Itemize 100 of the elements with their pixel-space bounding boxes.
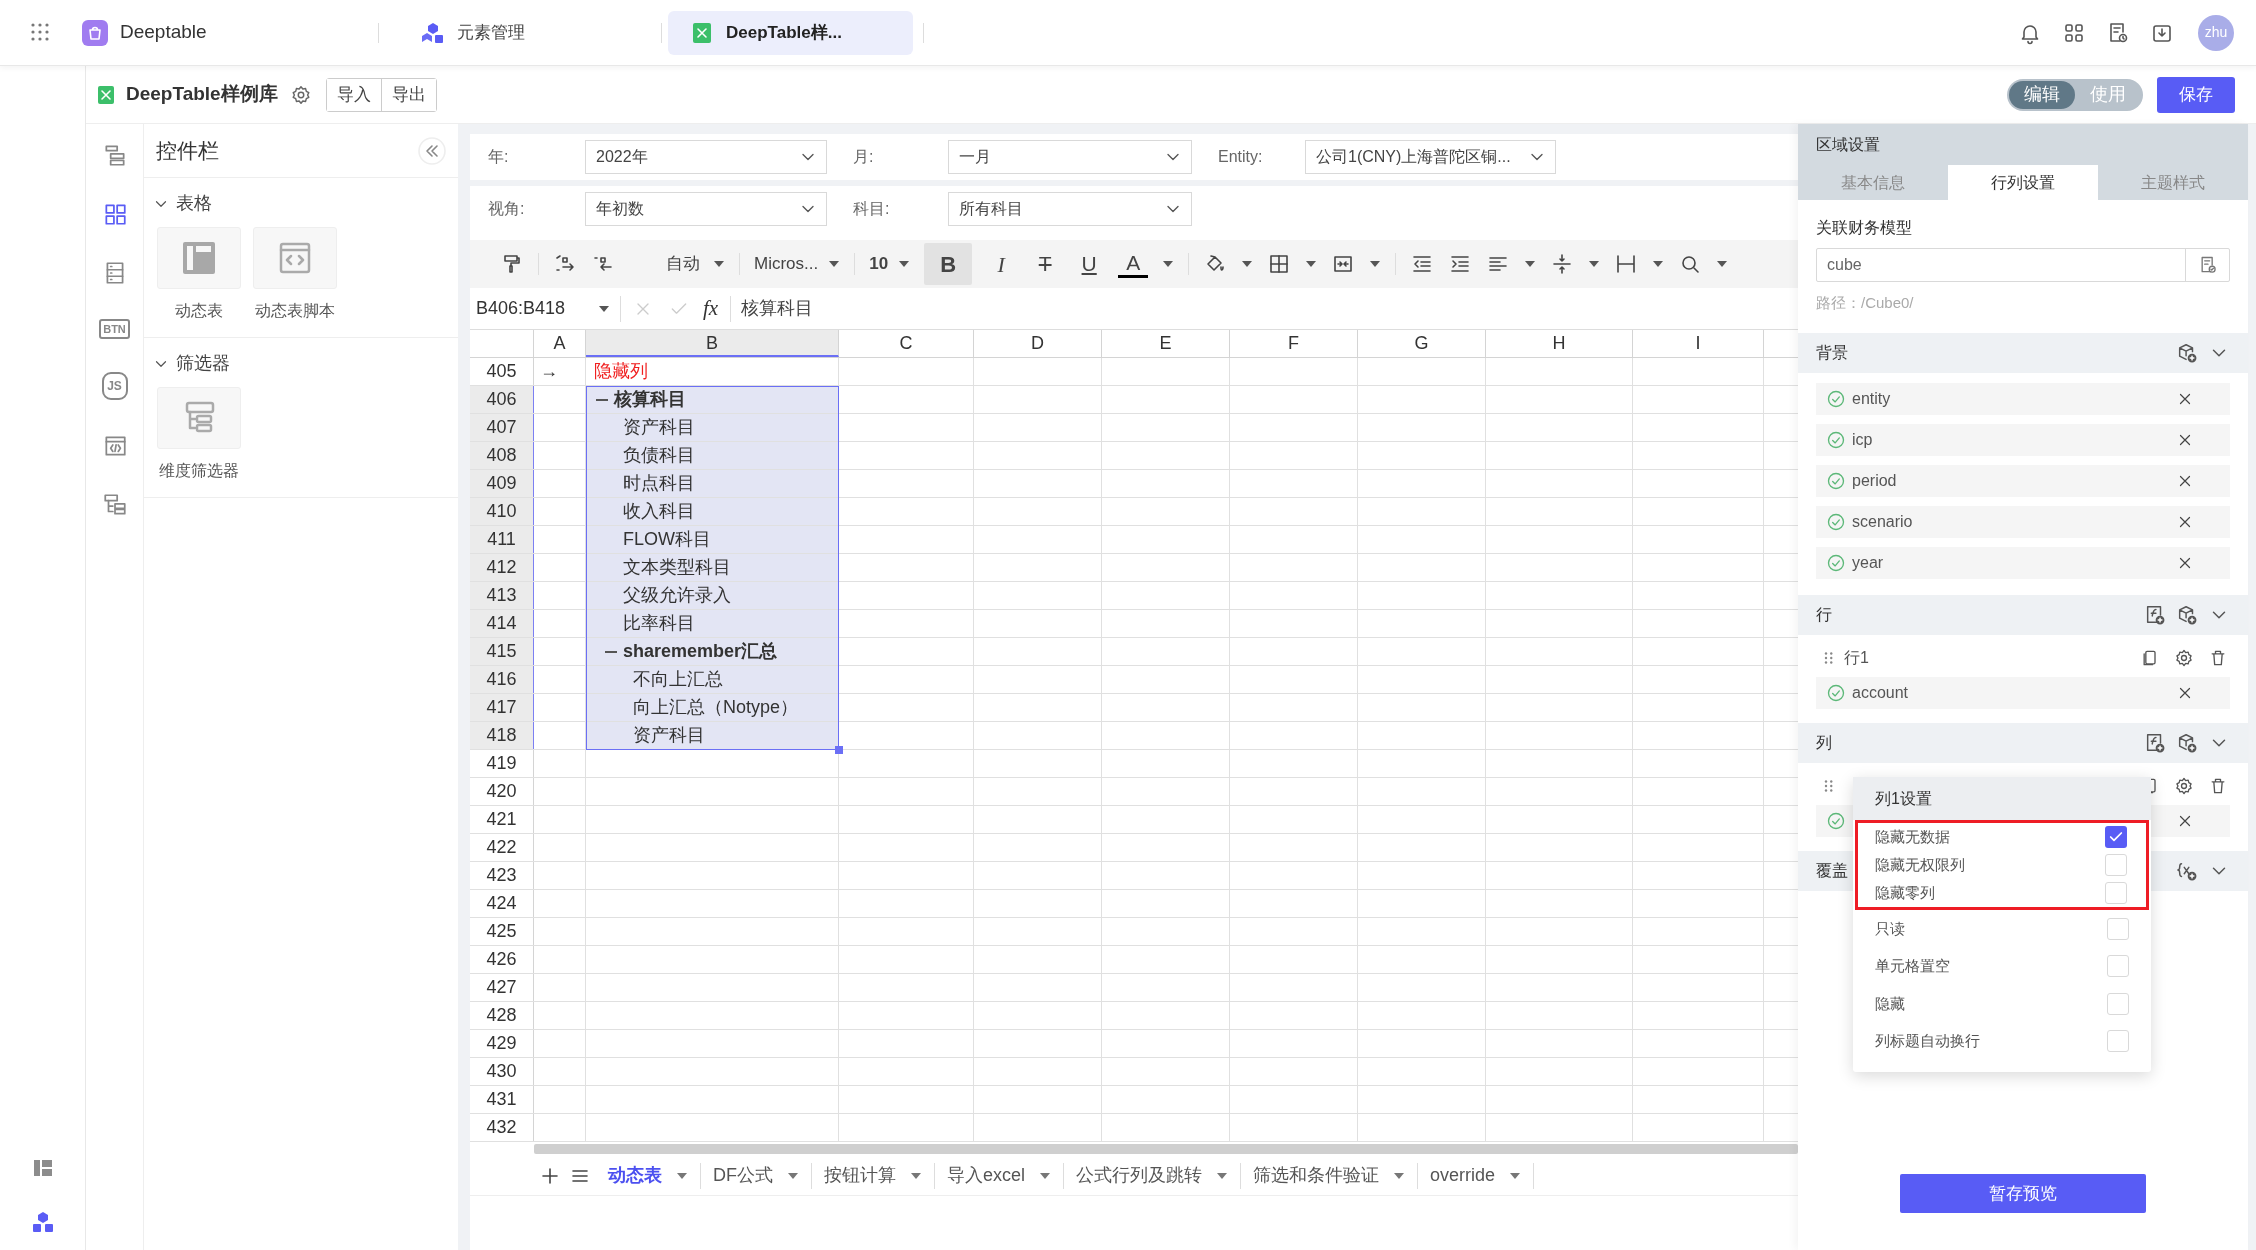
strikethrough-button[interactable]: T bbox=[1030, 248, 1061, 280]
cube-plus-icon[interactable] bbox=[2176, 341, 2198, 364]
dimension-item[interactable]: account bbox=[1816, 676, 2230, 709]
row-header[interactable]: 413 bbox=[470, 582, 534, 609]
row-header[interactable]: 418 bbox=[470, 722, 534, 749]
row-header[interactable]: 417 bbox=[470, 694, 534, 721]
sheet-tab[interactable]: DF公式 bbox=[713, 1162, 773, 1189]
sheet-tab[interactable]: 按钮计算 bbox=[824, 1162, 896, 1189]
filter-label: 年: bbox=[487, 147, 510, 167]
field-label: 关联财务模型 bbox=[1816, 218, 1913, 238]
checkbox[interactable] bbox=[2107, 1030, 2129, 1053]
formula-text: 核算科目 bbox=[741, 297, 814, 320]
popover-title: 列1设置 bbox=[1853, 777, 2151, 820]
font-dropdown[interactable]: Micros... bbox=[754, 251, 819, 277]
toolbar-button[interactable]: 导出 bbox=[380, 78, 436, 111]
add-sheet-icon[interactable] bbox=[540, 1165, 560, 1186]
option-label: 只读 bbox=[1875, 918, 1905, 939]
settings-icon[interactable] bbox=[2174, 647, 2194, 668]
underline-button[interactable]: U bbox=[1074, 248, 1105, 280]
option-label: 隐藏零列 bbox=[1875, 882, 1935, 903]
path-text: 路径：/Cube0/ bbox=[1816, 293, 1915, 313]
blocks-icon[interactable] bbox=[30, 1210, 55, 1234]
row-header[interactable]: 410 bbox=[470, 498, 534, 525]
app-tab[interactable]: Deeptable bbox=[82, 10, 372, 55]
row-header[interactable]: 414 bbox=[470, 610, 534, 637]
dropdown[interactable]: 年初数 bbox=[585, 192, 827, 226]
checkbox[interactable] bbox=[2105, 854, 2127, 876]
tree-table-icon[interactable] bbox=[101, 492, 128, 518]
formula-plus-icon[interactable] bbox=[2144, 731, 2166, 754]
font-color-button[interactable]: A bbox=[1118, 250, 1149, 278]
rail-button[interactable]: JS bbox=[101, 372, 128, 400]
section-header[interactable]: 列 bbox=[1798, 722, 2248, 763]
table-cell: → bbox=[534, 358, 586, 385]
number-format-dropdown[interactable]: 自动 bbox=[663, 251, 703, 277]
section-title[interactable]: 筛选器 bbox=[176, 350, 230, 377]
bold-button[interactable]: B bbox=[924, 243, 973, 285]
dimension-item[interactable]: icp bbox=[1816, 423, 2230, 456]
section-header[interactable]: 行 bbox=[1798, 594, 2248, 635]
document-title: DeepTable样例库 bbox=[126, 82, 278, 107]
row-header[interactable]: 416 bbox=[470, 666, 534, 693]
function-button[interactable]: fx bbox=[703, 292, 719, 325]
checkbox[interactable] bbox=[2105, 826, 2127, 848]
section-header[interactable]: 背景 bbox=[1798, 332, 2248, 373]
sheet-tab[interactable]: 筛选和条件验证 bbox=[1253, 1162, 1380, 1189]
checkbox[interactable] bbox=[2107, 992, 2129, 1015]
option-label: 隐藏无数据 bbox=[1875, 826, 1950, 847]
dropdown[interactable]: 所有科目 bbox=[948, 192, 1192, 226]
panel-tab[interactable]: 行列设置 bbox=[1948, 165, 2098, 200]
widget-label: 动态表 bbox=[175, 301, 223, 321]
checkbox[interactable] bbox=[2107, 917, 2129, 940]
formula-plus-icon[interactable] bbox=[2144, 603, 2166, 626]
row-header[interactable]: 411 bbox=[470, 526, 534, 553]
save-preview-button[interactable]: 暂存预览 bbox=[1900, 1174, 2146, 1213]
blocks-icon bbox=[421, 20, 445, 45]
app-tab[interactable]: 元素管理 bbox=[385, 10, 655, 55]
checkbox[interactable] bbox=[2107, 955, 2129, 978]
settings-icon[interactable] bbox=[2174, 775, 2194, 796]
dimension-item[interactable]: entity bbox=[1816, 382, 2230, 415]
option-label: 隐藏 bbox=[1875, 993, 1905, 1014]
settings-icon[interactable] bbox=[289, 83, 312, 106]
sheet-icon bbox=[97, 84, 115, 105]
rail-button[interactable]: BTN bbox=[99, 319, 130, 339]
row-header[interactable]: 407 bbox=[470, 414, 534, 441]
sheet-tab[interactable]: 动态表 bbox=[608, 1162, 662, 1189]
sheet-tab[interactable]: 公式行列及跳转 bbox=[1076, 1162, 1203, 1189]
section-title[interactable]: 表格 bbox=[176, 190, 212, 217]
cube-plus-icon[interactable] bbox=[2176, 603, 2198, 626]
app-tab[interactable]: DeepTable样... bbox=[668, 10, 913, 55]
row-header[interactable]: 408 bbox=[470, 442, 534, 469]
dimension-item[interactable]: period bbox=[1816, 464, 2230, 497]
row-header[interactable]: 406 bbox=[470, 386, 534, 413]
row-header[interactable]: 412 bbox=[470, 554, 534, 581]
panel-title: 控件栏 bbox=[156, 137, 219, 164]
bag-icon bbox=[82, 19, 108, 46]
name-box[interactable]: B406:B418 bbox=[476, 295, 566, 322]
collapse-button[interactable] bbox=[418, 136, 446, 165]
font-size-dropdown[interactable]: 10 bbox=[869, 251, 889, 277]
sheet-tab[interactable]: override bbox=[1430, 1162, 1496, 1189]
sheet-tab[interactable]: 导入excel bbox=[947, 1162, 1026, 1189]
fill-handle[interactable] bbox=[835, 746, 843, 754]
italic-button[interactable]: I bbox=[986, 247, 1017, 281]
dropdown[interactable]: 公司1(CNY)上海普陀区铜... bbox=[1305, 140, 1556, 174]
row-header[interactable]: 415 bbox=[470, 638, 534, 665]
dropdown[interactable]: 一月 bbox=[948, 140, 1192, 174]
dimension-item[interactable]: year bbox=[1816, 546, 2230, 579]
option-label: 单元格置空 bbox=[1875, 956, 1950, 976]
column-header[interactable]: B bbox=[586, 330, 839, 357]
option-label: 列标题自动换行 bbox=[1875, 1031, 1980, 1051]
filter-label: 科目: bbox=[852, 199, 891, 219]
checkbox[interactable] bbox=[2105, 882, 2127, 904]
save-button[interactable]: 保存 bbox=[2157, 76, 2235, 113]
mode-tab[interactable]: 编辑 bbox=[2009, 80, 2075, 109]
horizontal-scrollbar[interactable] bbox=[534, 1144, 1798, 1154]
filter-label: 视角: bbox=[487, 199, 526, 219]
filter-label: Entity: bbox=[1217, 147, 1264, 167]
panel-title: 区域设置 bbox=[1798, 124, 2248, 165]
dropdown[interactable]: 2022年 bbox=[585, 140, 827, 174]
dimension-item[interactable]: scenario bbox=[1816, 505, 2230, 538]
cube-plus-icon[interactable] bbox=[2176, 731, 2198, 754]
row-header[interactable]: 409 bbox=[470, 470, 534, 497]
